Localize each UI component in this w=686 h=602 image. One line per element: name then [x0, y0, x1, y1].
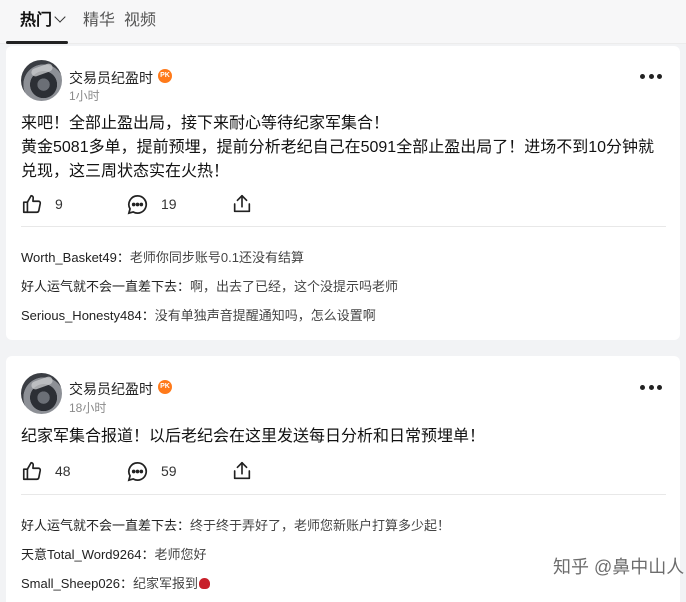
share-icon [233, 194, 251, 213]
post-content: 来吧！全部止盈出局，接下来耐心等待纪家军集合！ 黄金5081多单，提前预埋，提前… [21, 112, 661, 184]
comment-item[interactable]: Serious_Honesty484：没有单独声音提醒通知吗，怎么设置啊 [21, 305, 376, 324]
share-icon [233, 461, 251, 480]
share-button[interactable] [231, 192, 253, 216]
comment-author[interactable]: 好人运气就不会一直差下去 [21, 518, 177, 533]
tab-bar: 热门 精华 视频 [0, 0, 686, 44]
thumbs-up-icon [22, 461, 42, 481]
tab-hot-label: 热门 [20, 12, 53, 29]
comment-item[interactable]: 好人运气就不会一直差下去：终于终于弄好了，老师您新账户打算多少起！ [21, 515, 450, 534]
like-count: 9 [55, 196, 63, 212]
comment-count: 59 [161, 463, 177, 479]
comment-author[interactable]: 天意Total_Word9264 [21, 547, 141, 562]
post-actions: 9 19 [21, 192, 661, 216]
comment-text: 老师您好 [154, 547, 207, 562]
comment-author[interactable]: 好人运气就不会一直差下去 [21, 279, 177, 294]
comment-item[interactable]: Small_Sheep026：纪家军报到 [21, 573, 211, 592]
more-options-icon[interactable] [640, 385, 662, 391]
comment-button[interactable]: 59 [126, 459, 177, 483]
comment-author[interactable]: Worth_Basket49 [21, 250, 117, 265]
tab-featured-label: 精华 [83, 12, 116, 29]
comment-bubble-icon [127, 194, 148, 214]
comment-separator: ： [116, 250, 130, 265]
tab-featured[interactable]: 精华 [83, 10, 115, 32]
comment-text: 老师你同步账号0.1还没有结算 [129, 250, 304, 265]
avatar[interactable] [21, 373, 62, 414]
author-name[interactable]: 交易员纪盈时 [69, 68, 153, 88]
more-options-icon[interactable] [640, 74, 662, 80]
post-time: 18小时 [69, 401, 107, 415]
comment-separator: ： [177, 279, 191, 294]
divider [21, 226, 666, 227]
comment-bubble-icon [127, 461, 148, 481]
watermark: 知乎 @鼻中山人 [553, 557, 685, 577]
comment-count: 19 [161, 196, 177, 212]
tab-video[interactable]: 视频 [124, 10, 156, 32]
comment-author[interactable]: Small_Sheep026 [21, 576, 120, 591]
tab-hot[interactable]: 热门 [20, 10, 66, 32]
comment-separator: ： [120, 576, 134, 591]
author-name[interactable]: 交易员纪盈时 [69, 379, 153, 399]
post-line: 纪家军集合报道！以后老纪会在这里发送每日分析和日常预埋单！ [21, 428, 486, 445]
comment-button[interactable]: 19 [126, 192, 177, 216]
comment-text: 终于终于弄好了，老师您新账户打算多少起！ [190, 518, 451, 533]
post-content: 纪家军集合报道！以后老纪会在这里发送每日分析和日常预埋单！ [21, 425, 661, 449]
comment-item[interactable]: 好人运气就不会一直差下去：啊，出去了已经，这个没提示吗老师 [21, 276, 398, 295]
tab-video-label: 视频 [124, 12, 157, 29]
comment-text: 没有单独声音提醒通知吗，怎么设置啊 [154, 308, 376, 323]
chevron-down-icon[interactable] [54, 11, 66, 23]
comment-text: 纪家军报到 [133, 576, 199, 591]
pk-badge-icon: PK [158, 380, 172, 394]
comment-separator: ： [141, 547, 155, 562]
post-actions: 48 59 [21, 459, 661, 483]
post-line: 兑现，这三周状态实在火热！ [21, 163, 230, 180]
share-button[interactable] [231, 459, 253, 483]
rose-emoji-icon [199, 578, 211, 589]
like-count: 48 [55, 463, 71, 479]
thumbs-up-icon [22, 194, 42, 214]
like-button[interactable]: 48 [21, 459, 71, 483]
avatar[interactable] [21, 60, 62, 101]
divider [21, 494, 666, 495]
comment-item[interactable]: 天意Total_Word9264：老师您好 [21, 544, 206, 563]
post-card: 交易员纪盈时 PK 1小时 来吧！全部止盈出局，接下来耐心等待纪家军集合！ 黄金… [6, 46, 680, 340]
comment-separator: ： [141, 308, 155, 323]
post-time: 1小时 [69, 89, 100, 103]
post-line: 来吧！全部止盈出局，接下来耐心等待纪家军集合！ [21, 115, 390, 132]
comment-item[interactable]: Worth_Basket49：老师你同步账号0.1还没有结算 [21, 247, 304, 266]
like-button[interactable]: 9 [21, 192, 63, 216]
comment-author[interactable]: Serious_Honesty484 [21, 308, 142, 323]
comment-text: 啊，出去了已经，这个没提示吗老师 [190, 279, 399, 294]
pk-badge-icon: PK [158, 69, 172, 83]
post-line: 黄金5081多单，提前预埋，提前分析老纪自己在5091全部止盈出局了！进场不到1… [21, 139, 654, 156]
active-tab-indicator [6, 41, 68, 44]
comment-separator: ： [177, 518, 191, 533]
